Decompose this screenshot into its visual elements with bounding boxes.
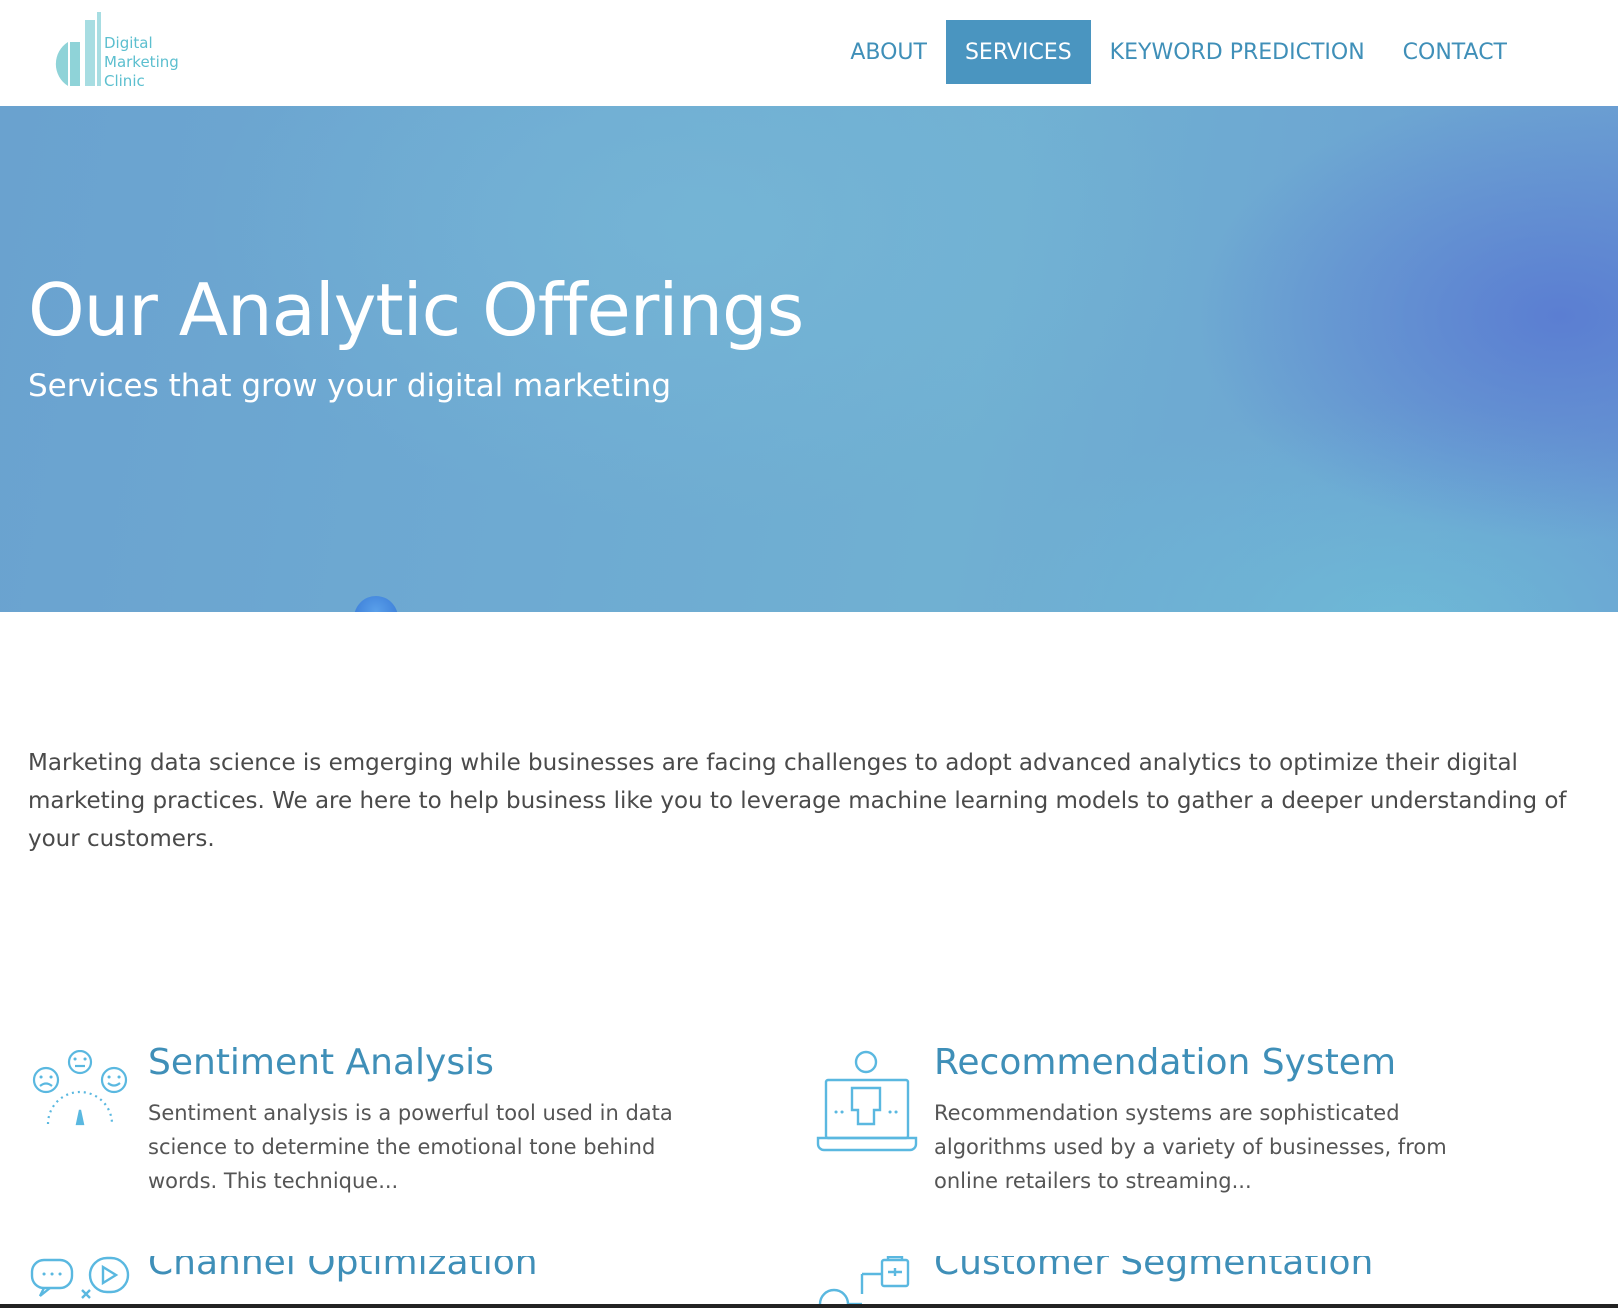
nav-contact[interactable]: CONTACT xyxy=(1384,20,1526,84)
site-header: Digital Marketing Clinic ABOUT SERVICES … xyxy=(0,0,1618,106)
main-nav: ABOUT SERVICES KEYWORD PREDICTION CONTAC… xyxy=(831,20,1526,84)
service-desc-sentiment-analysis: Sentiment analysis is a powerful tool us… xyxy=(148,1101,673,1193)
service-desc-recommendation-system: Recommendation systems are sophisticated… xyxy=(934,1101,1447,1193)
page-title: Our Analytic Offerings xyxy=(28,268,804,352)
logo-line-2: Marketing xyxy=(104,53,179,71)
nav-about[interactable]: ABOUT xyxy=(831,20,946,84)
chat-channels-icon xyxy=(30,1256,130,1299)
site-logo[interactable]: Digital Marketing Clinic xyxy=(40,12,190,92)
logo-wordmark: Digital Marketing Clinic xyxy=(104,34,179,91)
sentiment-faces-icon xyxy=(32,1050,128,1126)
page-subtitle: Services that grow your digital marketin… xyxy=(28,368,672,404)
laptop-user-icon xyxy=(816,1050,918,1152)
service-card-sentiment-analysis: Sentiment Analysis Sentiment analysis is… xyxy=(30,1042,730,1210)
service-title-sentiment-analysis[interactable]: Sentiment Analysis xyxy=(148,1042,494,1083)
logo-line-3: Clinic xyxy=(104,72,145,90)
bottom-edge-bar xyxy=(0,1304,1618,1308)
service-title-channel-optimization[interactable]: Channel Optimization xyxy=(148,1256,538,1283)
nav-services[interactable]: SERVICES xyxy=(945,20,1091,84)
service-card-channel-optimization: Channel Optimization xyxy=(30,1256,730,1308)
hero-banner: Our Analytic Offerings Services that gro… xyxy=(0,106,1618,612)
service-card-recommendation-system: Recommendation System Recommendation sys… xyxy=(816,1042,1536,1210)
logo-line-1: Digital xyxy=(104,34,153,52)
intro-paragraph: Marketing data science is emgerging whil… xyxy=(28,750,1567,852)
nav-keyword-prediction[interactable]: KEYWORD PREDICTION xyxy=(1091,20,1384,84)
service-title-customer-segmentation[interactable]: Customer Segmentation xyxy=(934,1256,1373,1283)
segmentation-icon xyxy=(818,1256,910,1308)
service-title-recommendation-system[interactable]: Recommendation System xyxy=(934,1042,1396,1083)
service-card-customer-segmentation: Customer Segmentation xyxy=(816,1256,1536,1308)
hero-decorative-orb xyxy=(354,596,398,612)
logo-bars-icon xyxy=(55,12,101,86)
